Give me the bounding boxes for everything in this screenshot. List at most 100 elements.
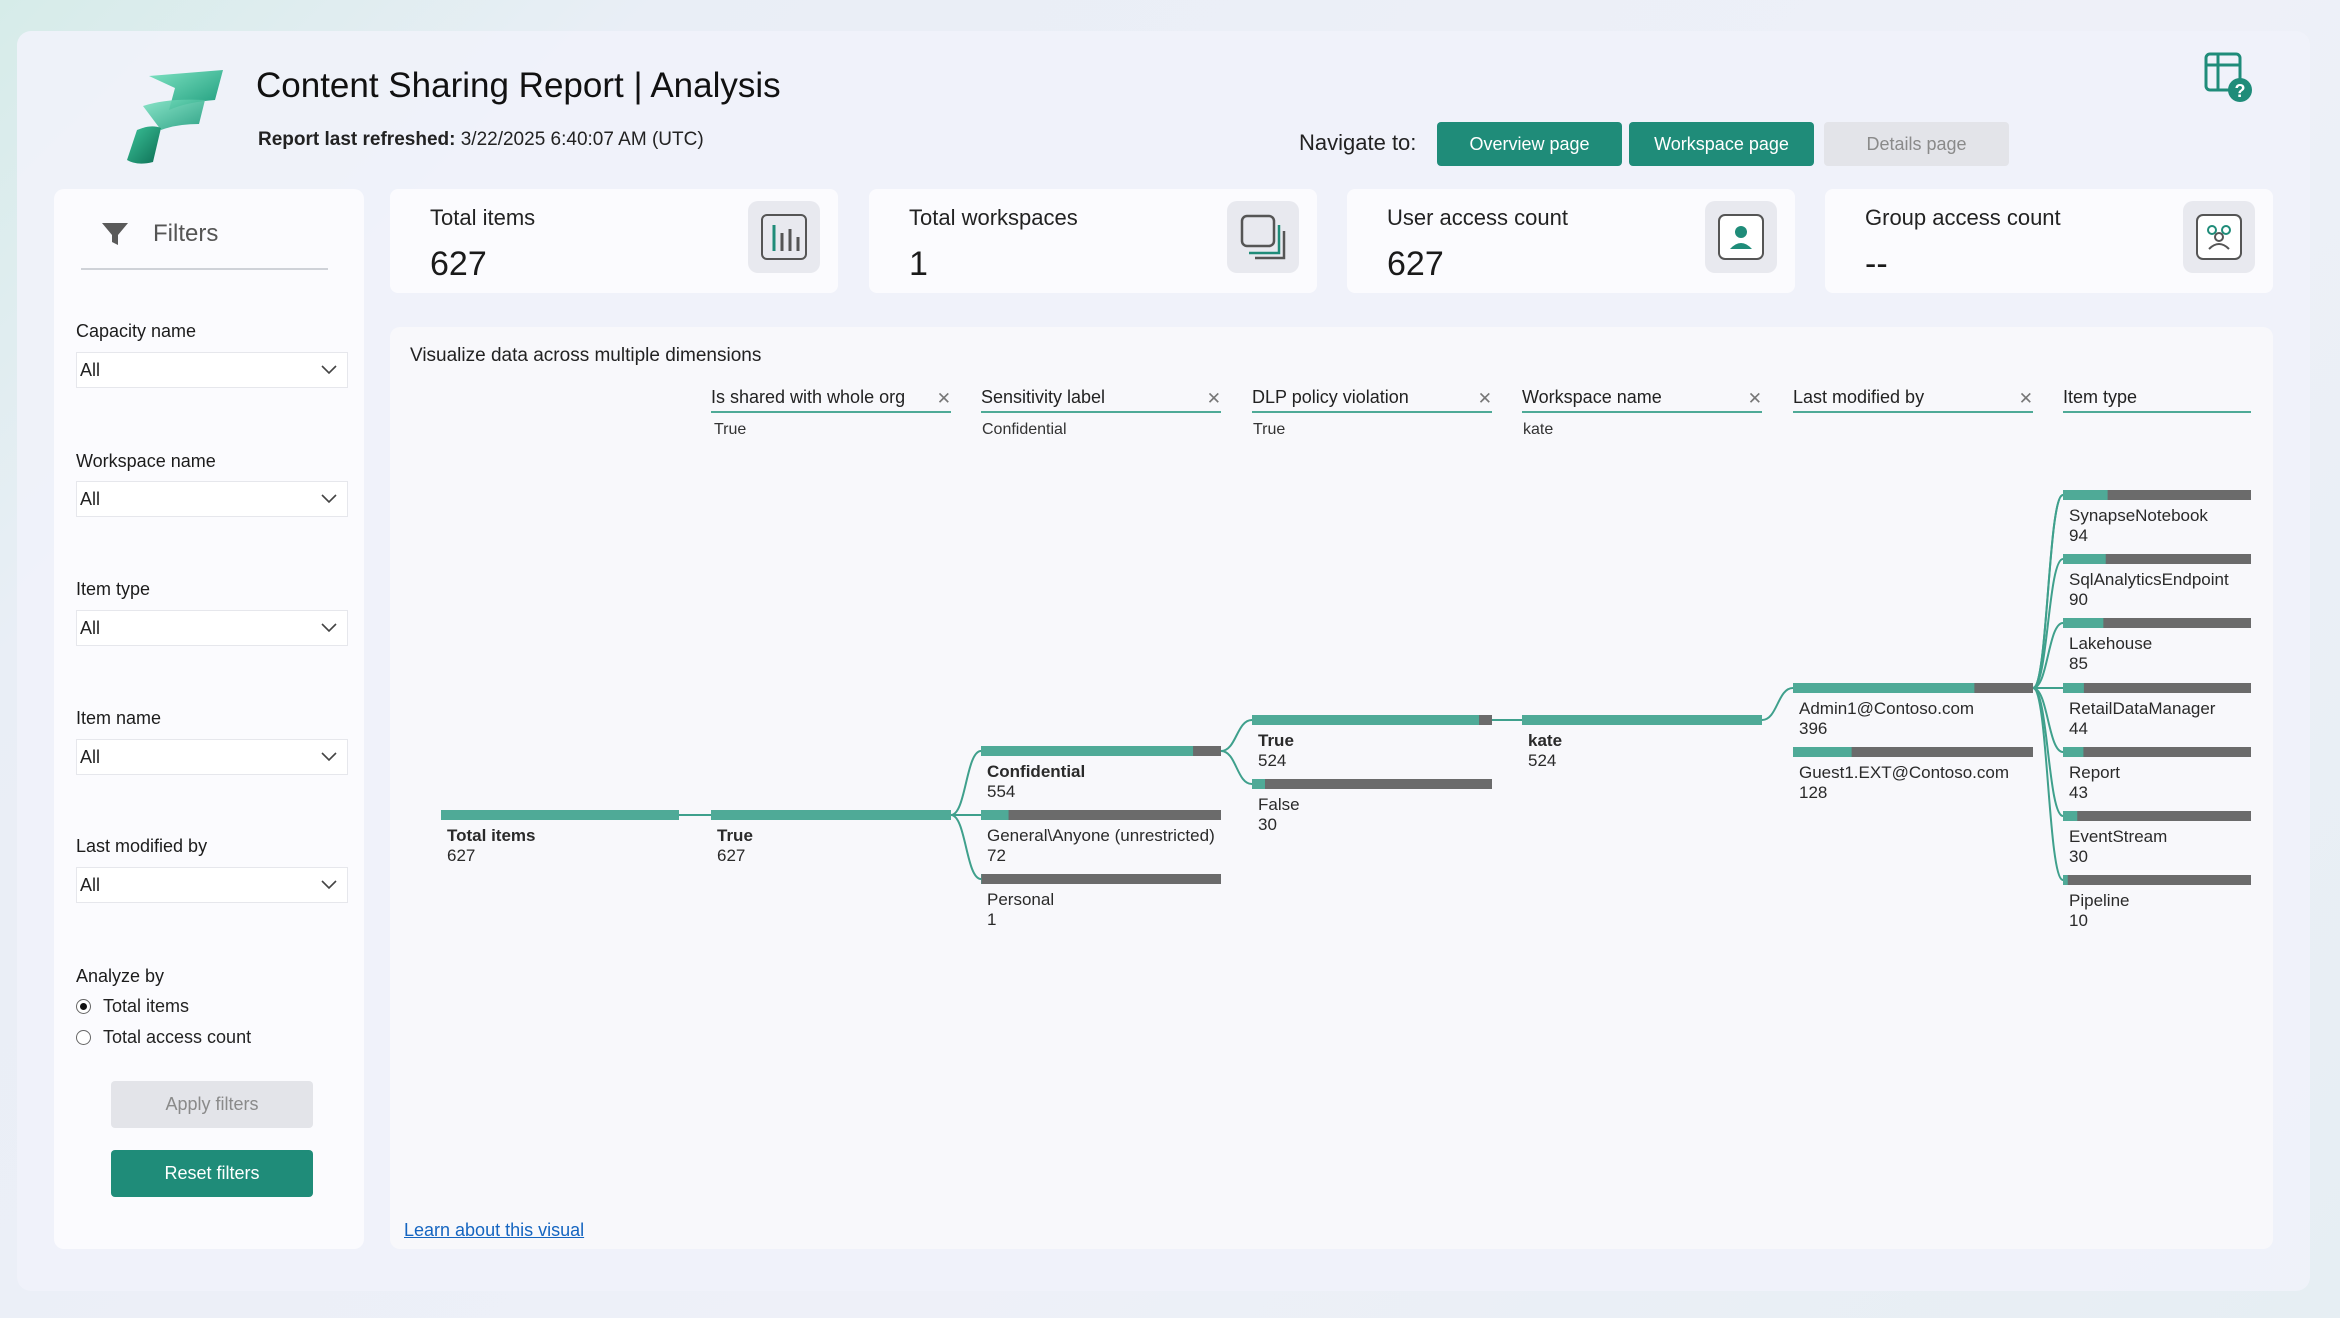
node-value: 627 — [717, 846, 746, 865]
node-value: 72 — [987, 846, 1006, 865]
bar-remainder — [2063, 875, 2251, 885]
bar-fill — [711, 810, 951, 820]
node-value: 85 — [2069, 654, 2088, 673]
bar-remainder — [981, 874, 1221, 884]
tree-link — [1220, 719, 1253, 752]
node-name: Admin1@Contoso.com — [1799, 699, 1975, 718]
bar-fill — [1793, 747, 1852, 757]
node-value: 554 — [987, 782, 1016, 801]
tree-node-label: False 30 — [1258, 795, 1300, 835]
bar-fill — [1522, 715, 1762, 725]
tree-node-root-label: Total items 627 — [447, 826, 535, 866]
tree-node-label: Admin1@Contoso.com 396 — [1799, 699, 1974, 739]
node-name: General\Anyone (unrestricted) — [987, 826, 1215, 845]
tree-node[interactable] — [1793, 683, 2033, 693]
node-name: kate — [1528, 731, 1563, 750]
tree-node[interactable] — [981, 810, 1221, 820]
node-value: 1 — [987, 910, 997, 929]
bar-remainder — [2063, 747, 2251, 757]
tree-link — [1761, 687, 1794, 721]
tree-node[interactable] — [2063, 683, 2251, 693]
node-name: False — [1258, 795, 1300, 814]
bar-fill — [981, 810, 1009, 820]
node-name: Personal — [987, 890, 1055, 909]
tree-link — [950, 814, 982, 880]
bar-remainder — [981, 810, 1221, 820]
tree-node[interactable] — [2063, 554, 2251, 564]
tree-node-label: Personal 1 — [987, 890, 1054, 930]
node-value: 30 — [2069, 847, 2088, 866]
tree-node-label: RetailDataManager 44 — [2069, 699, 2215, 739]
node-value: 10 — [2069, 911, 2088, 930]
node-value: 44 — [2069, 719, 2088, 738]
node-name: Pipeline — [2069, 891, 2130, 910]
tree-node-label: Confidential 554 — [987, 762, 1085, 802]
tree-canvas — [441, 490, 2251, 885]
tree-node[interactable] — [1252, 779, 1492, 789]
node-value: 94 — [2069, 526, 2088, 545]
bar-remainder — [1252, 779, 1492, 789]
node-name: EventStream — [2069, 827, 2168, 846]
node-value: 90 — [2069, 590, 2088, 609]
node-value: 524 — [1528, 751, 1557, 770]
tree-node-label: Lakehouse 85 — [2069, 634, 2152, 674]
tree-link — [2032, 687, 2064, 817]
node-value: 524 — [1258, 751, 1287, 770]
tree-link — [1220, 750, 1253, 785]
tree-node[interactable] — [1252, 715, 1492, 725]
bar-fill — [2063, 811, 2078, 821]
tree-node[interactable] — [2063, 618, 2251, 628]
node-value: 128 — [1799, 783, 1828, 802]
bar-remainder — [2063, 811, 2251, 821]
bar-fill — [2063, 554, 2106, 564]
bar-fill — [1793, 683, 1975, 693]
tree-node-label: SynapseNotebook 94 — [2069, 506, 2208, 546]
tree-node[interactable] — [711, 810, 951, 820]
tree-node[interactable] — [2063, 490, 2251, 500]
node-name: Guest1.EXT@Contoso.com — [1799, 763, 2010, 782]
tree-link — [950, 750, 982, 816]
bar-fill — [2063, 490, 2108, 500]
tree-node[interactable] — [1793, 747, 2033, 757]
tree-node-label: True 627 — [717, 826, 753, 866]
learn-about-visual-link[interactable]: Learn about this visual — [404, 1220, 584, 1241]
tree-node[interactable] — [981, 874, 1221, 884]
tree-node-root[interactable] — [441, 810, 679, 820]
tree-node-label: kate 524 — [1528, 731, 1562, 771]
bar-fill — [2063, 875, 2068, 885]
tree-link — [2032, 558, 2064, 689]
bar-fill — [1252, 779, 1265, 789]
node-name: Lakehouse — [2069, 634, 2153, 653]
node-name: SynapseNotebook — [2069, 506, 2208, 525]
node-value: 627 — [447, 846, 476, 865]
tree-node[interactable] — [2063, 875, 2251, 885]
node-name: True — [717, 826, 753, 845]
bar-fill — [2063, 618, 2104, 628]
tree-node[interactable] — [1522, 715, 1762, 725]
tree-node-label: Guest1.EXT@Contoso.com 128 — [1799, 763, 2009, 803]
tree-node[interactable] — [981, 746, 1221, 756]
tree-node-label: True 524 — [1258, 731, 1294, 771]
tree-node[interactable] — [2063, 747, 2251, 757]
node-name: SqlAnalyticsEndpoint — [2069, 570, 2229, 589]
tree-node-label: Report 43 — [2069, 763, 2120, 803]
node-name: Total items — [447, 826, 536, 845]
tree-node[interactable] — [2063, 811, 2251, 821]
tree-node-label: SqlAnalyticsEndpoint 90 — [2069, 570, 2229, 610]
bar-fill — [981, 746, 1194, 756]
tree-node-label: EventStream 30 — [2069, 827, 2167, 867]
node-value: 30 — [1258, 815, 1277, 834]
node-value: 396 — [1799, 719, 1828, 738]
bar-fill — [1252, 715, 1480, 725]
node-name: Confidential — [987, 762, 1086, 781]
node-name: RetailDataManager — [2069, 699, 2216, 718]
tree-node-label: Pipeline 10 — [2069, 891, 2130, 931]
node-value: 43 — [2069, 783, 2088, 802]
tree-node-label: General\Anyone (unrestricted) 72 — [987, 826, 1215, 866]
node-name: True — [1258, 731, 1294, 750]
node-name: Report — [2069, 763, 2121, 782]
bar-fill — [441, 810, 679, 820]
bar-fill — [2063, 683, 2084, 693]
bar-fill — [2063, 747, 2084, 757]
bar-remainder — [2063, 683, 2251, 693]
